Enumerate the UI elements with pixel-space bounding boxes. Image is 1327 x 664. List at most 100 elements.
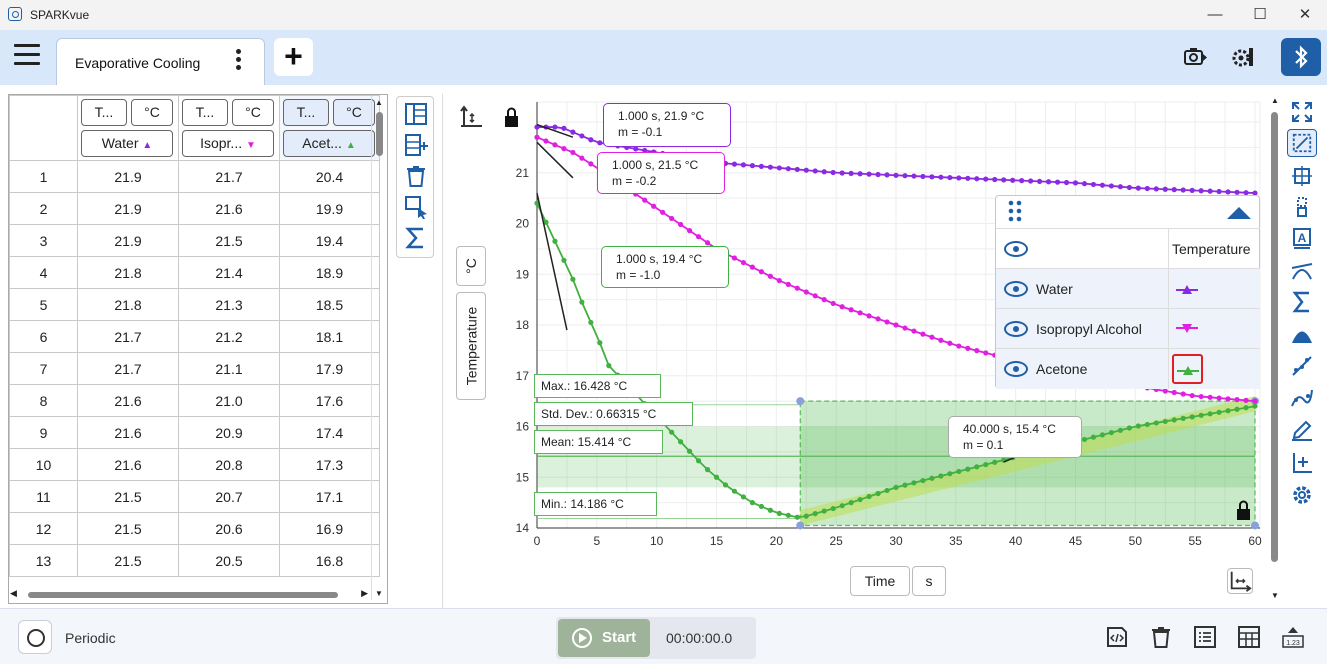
data-point[interactable] (812, 168, 818, 174)
data-point[interactable] (678, 439, 684, 445)
data-point[interactable] (713, 474, 720, 480)
data-point[interactable] (660, 209, 666, 215)
data-point[interactable] (1090, 181, 1097, 188)
data-point[interactable] (1162, 418, 1168, 425)
x-axis-unit-button[interactable]: s (912, 566, 946, 596)
data-point[interactable] (597, 140, 603, 146)
data-point[interactable] (938, 174, 944, 180)
data-point[interactable] (830, 505, 836, 512)
data-point[interactable] (588, 319, 594, 326)
selection-handle[interactable] (796, 397, 805, 406)
data-point[interactable] (588, 137, 594, 143)
data-point[interactable] (803, 513, 809, 519)
data-point[interactable] (947, 174, 953, 181)
data-point[interactable] (543, 138, 549, 144)
data-point[interactable] (1162, 388, 1168, 394)
expand-icon[interactable] (1290, 100, 1314, 124)
data-point[interactable] (1216, 188, 1222, 195)
data-point[interactable] (821, 169, 827, 175)
curve-fit-icon[interactable] (1290, 354, 1314, 378)
data-point[interactable] (812, 511, 818, 517)
journal-list-icon[interactable] (1192, 624, 1218, 650)
data-point[interactable] (1135, 185, 1141, 191)
data-point[interactable] (704, 240, 711, 246)
data-point[interactable] (893, 484, 899, 490)
data-point[interactable] (1162, 186, 1168, 192)
calculator-icon[interactable] (1236, 624, 1262, 650)
data-point[interactable] (1099, 182, 1106, 188)
data-point[interactable] (839, 170, 845, 176)
data-point[interactable] (1198, 412, 1204, 418)
data-point[interactable] (956, 175, 962, 181)
data-point[interactable] (875, 171, 881, 178)
data-point[interactable] (803, 289, 809, 295)
data-point[interactable] (1117, 427, 1123, 433)
x-axis-label-button[interactable]: Time (850, 566, 910, 596)
data-point[interactable] (1171, 187, 1177, 193)
data-point[interactable] (974, 348, 980, 354)
data-point[interactable] (1225, 189, 1231, 195)
data-point[interactable] (1180, 187, 1186, 193)
data-point[interactable] (1019, 178, 1025, 184)
data-point[interactable] (1207, 411, 1213, 417)
data-point[interactable] (1117, 184, 1123, 190)
data-point[interactable] (920, 477, 926, 484)
data-point[interactable] (875, 316, 881, 322)
data-point[interactable] (552, 124, 558, 130)
data-point[interactable] (848, 500, 854, 506)
data-point[interactable] (803, 167, 809, 173)
data-point[interactable] (821, 297, 827, 303)
data-point[interactable] (651, 203, 657, 209)
data-point[interactable] (983, 176, 989, 182)
data-point[interactable] (570, 276, 576, 282)
data-point[interactable] (785, 166, 791, 172)
sigma-icon[interactable] (1290, 290, 1314, 314)
legend-item-isopropyl-alcohol[interactable]: Isopropyl Alcohol (996, 308, 1260, 349)
data-point[interactable] (1207, 394, 1213, 400)
lock-icon[interactable] (505, 107, 518, 128)
data-point[interactable] (740, 259, 747, 266)
data-point[interactable] (866, 171, 872, 177)
data-point[interactable] (848, 170, 854, 176)
data-point[interactable] (920, 173, 926, 180)
data-point[interactable] (884, 319, 890, 325)
scroll-down-icon[interactable]: ▼ (1271, 591, 1279, 600)
data-point[interactable] (875, 490, 881, 497)
data-point[interactable] (731, 488, 738, 494)
legend-item-acetone[interactable]: Acetone (996, 348, 1260, 389)
gear-icon[interactable] (1290, 483, 1314, 507)
data-point[interactable] (983, 461, 989, 468)
data-point[interactable] (848, 307, 854, 313)
zoom-select-icon[interactable] (1290, 195, 1314, 219)
data-point[interactable] (642, 197, 648, 203)
data-point[interactable] (902, 482, 908, 488)
data-point[interactable] (1189, 414, 1195, 420)
scroll-up-icon[interactable]: ▲ (1271, 96, 1279, 105)
legend-marker-selected[interactable] (1172, 354, 1203, 384)
data-point[interactable] (956, 343, 962, 349)
data-point[interactable] (633, 146, 639, 152)
data-point[interactable] (857, 496, 863, 503)
data-point[interactable] (552, 142, 558, 148)
data-point[interactable] (1001, 177, 1007, 183)
data-point[interactable] (947, 340, 953, 346)
data-point[interactable] (992, 459, 998, 465)
data-point[interactable] (588, 161, 594, 167)
data-point[interactable] (1171, 389, 1177, 396)
data-point[interactable] (552, 238, 558, 244)
data-point[interactable] (1252, 398, 1258, 404)
collapse-legend-icon[interactable] (1226, 206, 1252, 220)
data-point[interactable] (731, 255, 738, 261)
data-point[interactable] (1072, 180, 1079, 186)
data-point[interactable] (1144, 421, 1150, 428)
data-point[interactable] (722, 482, 729, 488)
crosshair-icon[interactable] (1290, 164, 1314, 188)
tangent-tool-icon[interactable] (1290, 259, 1314, 283)
data-point[interactable] (1243, 405, 1249, 411)
data-point[interactable] (1234, 397, 1240, 403)
data-point[interactable] (606, 363, 612, 369)
data-point[interactable] (974, 464, 980, 470)
data-point[interactable] (884, 487, 890, 494)
data-point[interactable] (1234, 406, 1240, 412)
data-point[interactable] (1153, 420, 1159, 426)
